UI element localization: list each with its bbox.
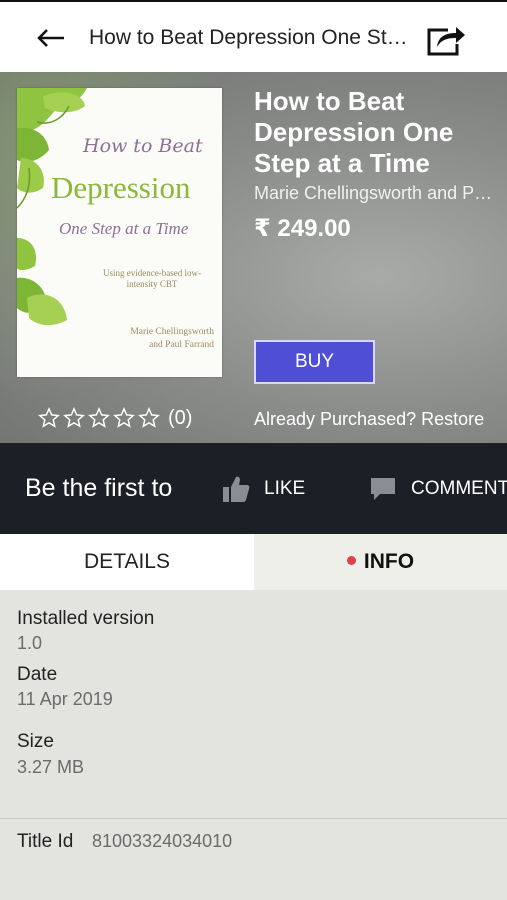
info-panel: Installed version 1.0 Date 11 Apr 2019 S… — [0, 590, 507, 900]
book-hero: How to Beat Depression One Step at a Tim… — [0, 72, 507, 443]
installed-version-value: 1.0 — [17, 633, 43, 653]
cover-title-line2: Depression — [51, 170, 191, 205]
cover-author-line1: Marie Chellingsworth — [130, 327, 214, 337]
book-author: Marie Chellingsworth and Paul Farrand — [254, 183, 494, 203]
cover-authors: Marie Chellingsworth and Paul Farrand — [89, 326, 214, 352]
cover-title-line3: One Step at a Time — [59, 219, 189, 238]
thumbs-up-icon — [223, 476, 250, 502]
date-value: 11 Apr 2019 — [17, 689, 113, 709]
star-empty-icon — [63, 407, 85, 428]
cover-subtitle: Using evidence-based low-intensity CBT — [103, 268, 201, 289]
restore-link[interactable]: Already Purchased? Restore — [254, 409, 484, 430]
social-prompt: Be the first to — [25, 474, 173, 502]
title-id-label: Title Id — [17, 831, 74, 852]
star-empty-icon — [138, 407, 160, 428]
share-button[interactable] — [424, 20, 468, 58]
book-price: ₹ 249.00 — [254, 215, 351, 242]
star-rating[interactable] — [38, 406, 163, 430]
social-bar: Be the first to LIKE COMMENT — [0, 443, 507, 534]
size-value: 3.27 MB — [17, 757, 85, 777]
rating-count: (0) — [168, 407, 193, 429]
date-label: Date — [17, 664, 58, 685]
tab-info[interactable]: INFO — [254, 534, 507, 590]
comment-icon — [371, 478, 395, 500]
installed-version-label: Installed version — [17, 608, 155, 629]
like-button[interactable]: LIKE — [222, 473, 305, 505]
tab-details[interactable]: DETAILS — [0, 534, 254, 590]
cover-title-line1: How to Beat — [83, 135, 203, 157]
top-bar: How to Beat Depression One Step at a Tim… — [0, 0, 507, 72]
star-empty-icon — [113, 407, 135, 428]
cover-author-line2: and Paul Farrand — [149, 340, 214, 350]
comment-label: COMMENT — [411, 478, 507, 499]
size-label: Size — [17, 731, 54, 752]
back-button[interactable] — [34, 24, 68, 52]
buy-button[interactable]: BUY — [254, 340, 375, 384]
title-id-value: 81003324034010 — [92, 831, 233, 851]
comment-button[interactable]: COMMENT — [369, 473, 507, 505]
active-dot-icon — [346, 555, 356, 565]
share-icon — [427, 27, 465, 56]
tab-info-label: INFO — [363, 550, 415, 573]
star-empty-icon — [38, 407, 60, 428]
book-cover: How to Beat Depression One Step at a Tim… — [17, 88, 222, 377]
book-title: How to Beat Depression One Step at a Tim… — [254, 86, 454, 178]
page-title: How to Beat Depression One Step at a Tim… — [89, 26, 409, 49]
star-empty-icon — [88, 407, 110, 428]
divider — [0, 818, 507, 819]
arrow-left-icon — [37, 29, 64, 47]
tab-bar: DETAILS INFO — [0, 534, 507, 590]
like-label: LIKE — [264, 478, 306, 499]
